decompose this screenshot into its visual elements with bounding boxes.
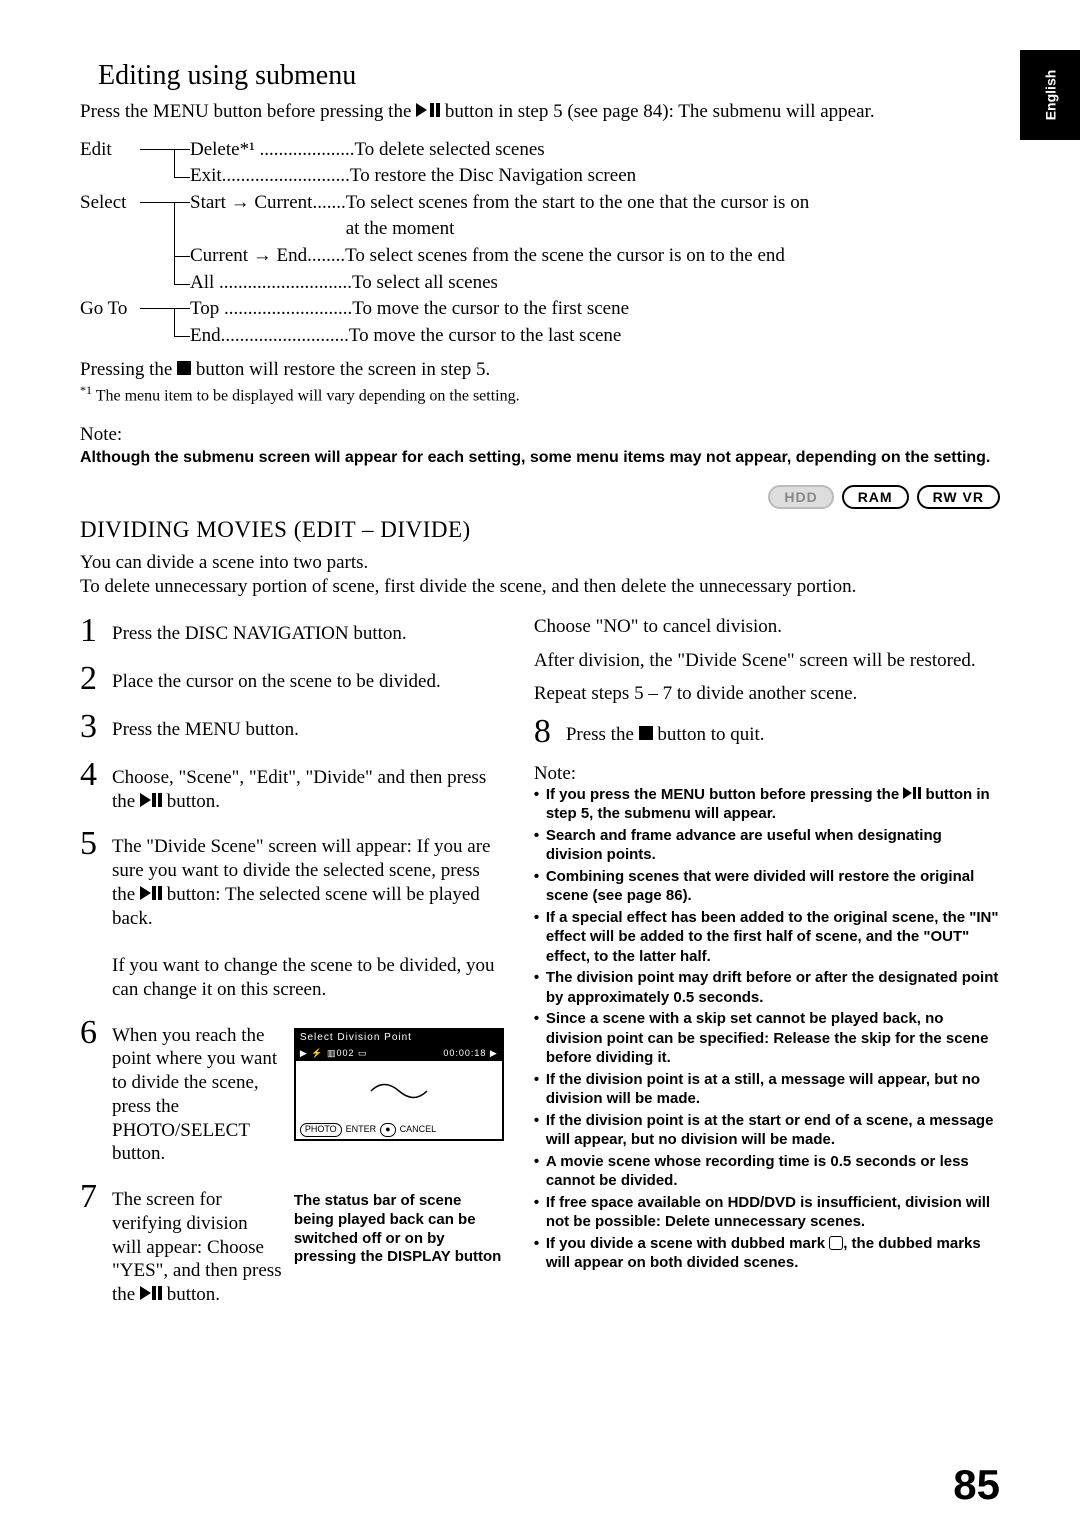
note-item: If the division point is at the start or…	[546, 1111, 1000, 1150]
step-3: 3Press the MENU button.	[80, 710, 504, 744]
tree-item: Top ...........................To move t…	[190, 296, 1000, 323]
note-item: If the division point is at a still, a m…	[546, 1070, 1000, 1109]
play-pause-icon	[416, 103, 440, 117]
note-item: If a special effect has been added to th…	[546, 908, 1000, 967]
submenu-tree: Edit Delete*¹ ....................To del…	[80, 137, 1000, 350]
screenshot-caption: The status bar of scene being played bac…	[294, 1192, 504, 1267]
note-bold-text: Although the submenu screen will appear …	[80, 448, 1000, 469]
tree-item: Delete*¹ ....................To delete s…	[190, 137, 1000, 164]
note-item: The division point may drift before or a…	[546, 968, 1000, 1007]
note-item: If you divide a scene with dubbed mark ,…	[546, 1234, 1000, 1273]
waveform-icon	[369, 1076, 429, 1106]
play-pause-icon	[903, 787, 921, 799]
right-continue-3: Repeat steps 5 – 7 to divide another sce…	[534, 681, 1000, 707]
badge-rwvr: RW VR	[917, 485, 1000, 509]
badge-hdd: HDD	[768, 485, 833, 509]
tree-edit-label: Edit	[80, 137, 160, 190]
right-continue-1: Choose "NO" to cancel division.	[534, 614, 1000, 640]
tree-item: Start → Current.......To select scenes f…	[190, 190, 1000, 243]
tree-item: End...........................To move th…	[190, 323, 1000, 350]
tree-select-label: Select	[80, 190, 160, 296]
press-stop-line: Pressing the button will restore the scr…	[80, 359, 1000, 381]
tree-goto-label: Go To	[80, 296, 160, 349]
step-5: 5The "Divide Scene" screen will appear: …	[80, 827, 504, 1001]
dubbed-mark-icon	[829, 1236, 843, 1250]
step-1: 1Press the DISC NAVIGATION button.	[80, 614, 504, 648]
note-item: If free space available on HDD/DVD is in…	[546, 1193, 1000, 1232]
tree-item: Exit...........................To restor…	[190, 163, 1000, 190]
step-7: 7 The screen for verifying division will…	[80, 1180, 504, 1307]
step-2: 2Place the cursor on the scene to be div…	[80, 662, 504, 696]
page-number: 85	[953, 1461, 1000, 1509]
dividing-intro-1: You can divide a scene into two parts.	[80, 551, 1000, 576]
note-item: Combining scenes that were divided will …	[546, 867, 1000, 906]
tree-item: Current → End........To select scenes fr…	[190, 243, 1000, 270]
section1-intro: Press the MENU button before pressing th…	[80, 100, 1000, 125]
language-tab-label: English	[1042, 70, 1058, 121]
screenshot-photo-btn: PHOTO	[300, 1123, 342, 1136]
right-continue-2: After division, the "Divide Scene" scree…	[534, 648, 1000, 674]
note-item: If you press the MENU button before pres…	[546, 785, 1000, 824]
note-item: Search and frame advance are useful when…	[546, 826, 1000, 865]
dividing-intro-2: To delete unnecessary portion of scene, …	[80, 575, 1000, 600]
screenshot-divide: Select Division Point ▶ ⚡ ▥002 ▭ 00:00:1…	[294, 1028, 504, 1141]
screenshot-stop-btn: ●	[380, 1123, 395, 1136]
steps-list: 1Press the DISC NAVIGATION button. 2Plac…	[80, 614, 504, 1307]
right-note-label: Note:	[534, 763, 1000, 785]
step-4: 4Choose, "Scene", "Edit", "Divide" and t…	[80, 758, 504, 814]
media-badges: HDD RAM RW VR	[80, 485, 1000, 509]
play-pause-icon	[140, 793, 162, 807]
right-notes-list: •If you press the MENU button before pre…	[534, 785, 1000, 1273]
play-pause-icon	[140, 886, 162, 900]
stop-icon	[177, 361, 191, 375]
play-pause-icon	[140, 1286, 162, 1300]
tree-item: All ............................To selec…	[190, 270, 1000, 297]
heading-dividing-movies: DIVIDING MOVIES (EDIT – DIVIDE)	[80, 517, 1000, 543]
section-title-editing-submenu: Editing using submenu	[98, 60, 1000, 92]
footnote-1: *1 The menu item to be displayed will va…	[80, 383, 1000, 405]
note-item: A movie scene whose recording time is 0.…	[546, 1152, 1000, 1191]
badge-ram: RAM	[842, 485, 909, 509]
step-6: 6 When you reach the point where you wan…	[80, 1016, 504, 1167]
note-label: Note:	[80, 424, 1000, 446]
step-8: 8Press the button to quit.	[534, 715, 1000, 749]
stop-icon	[639, 726, 653, 740]
note-item: Since a scene with a skip set cannot be …	[546, 1009, 1000, 1068]
language-tab: English	[1020, 50, 1080, 140]
